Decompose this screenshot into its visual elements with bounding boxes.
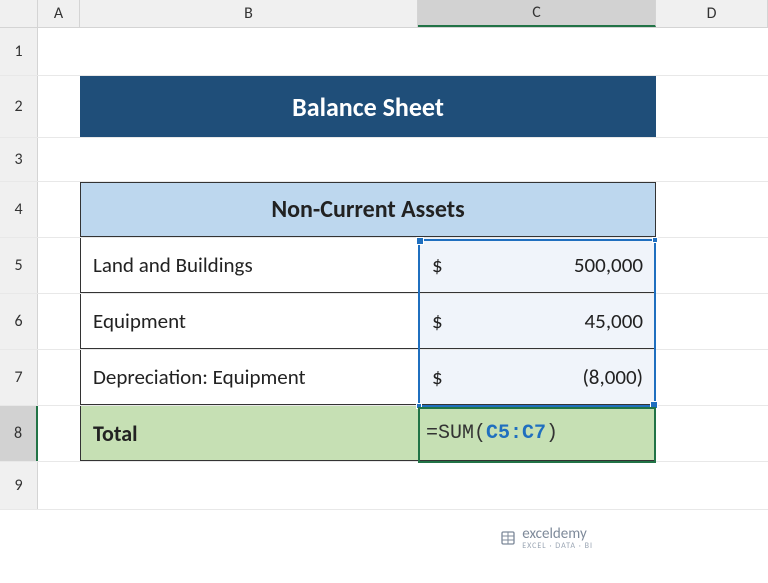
cell-C7[interactable]: $ (8,000) (418, 350, 656, 405)
cell-D6[interactable] (656, 294, 768, 349)
row-4: 4 Non-Current Assets (0, 182, 768, 238)
cell-A3[interactable] (38, 138, 80, 181)
row-header-9[interactable]: 9 (0, 462, 38, 509)
value-text: 45,000 (585, 308, 643, 334)
row-3: 3 (0, 138, 768, 182)
formula-prefix: =SUM( (426, 422, 486, 445)
formula-text: =SUM(C5:C7) (426, 422, 558, 445)
cell-D9[interactable] (656, 462, 768, 509)
row-header-3[interactable]: 3 (0, 138, 38, 181)
cell-B9[interactable] (80, 462, 418, 509)
row-header-7[interactable]: 7 (0, 350, 38, 405)
currency-symbol: $ (432, 364, 443, 390)
currency-symbol: $ (432, 308, 443, 334)
cell-D7[interactable] (656, 350, 768, 405)
select-all-corner[interactable] (0, 0, 38, 27)
cell-A8[interactable] (38, 406, 80, 461)
watermark: exceldemy EXCEL · DATA · BI (500, 525, 593, 551)
cell-A2[interactable] (38, 76, 80, 137)
row-6: 6 Equipment $ 45,000 (0, 294, 768, 350)
cell-A7[interactable] (38, 350, 80, 405)
cell-D1[interactable] (656, 28, 768, 75)
row-header-5[interactable]: 5 (0, 238, 38, 293)
cell-C8-formula[interactable]: =SUM(C5:C7) (418, 406, 656, 461)
cell-B7[interactable]: Depreciation: Equipment (80, 350, 418, 405)
cell-A4[interactable] (38, 182, 80, 237)
row-header-1[interactable]: 1 (0, 28, 38, 75)
row-header-8[interactable]: 8 (0, 406, 38, 461)
watermark-tagline: EXCEL · DATA · BI (522, 541, 593, 551)
row-header-4[interactable]: 4 (0, 182, 38, 237)
column-headers: A B C D (0, 0, 768, 28)
cell-C3[interactable] (418, 138, 656, 181)
cell-D8[interactable] (656, 406, 768, 461)
row-5: 5 Land and Buildings $ 500,000 (0, 238, 768, 294)
col-header-A[interactable]: A (38, 0, 80, 27)
cell-D4[interactable] (656, 182, 768, 237)
col-header-B[interactable]: B (80, 0, 418, 27)
cell-D5[interactable] (656, 238, 768, 293)
col-header-C[interactable]: C (418, 0, 656, 27)
row-2: 2 Balance Sheet (0, 76, 768, 138)
section-header[interactable]: Non-Current Assets (80, 182, 656, 237)
cell-C6[interactable]: $ 45,000 (418, 294, 656, 349)
row-1: 1 (0, 28, 768, 76)
row-header-2[interactable]: 2 (0, 76, 38, 137)
currency-symbol: $ (432, 252, 443, 278)
col-header-D[interactable]: D (656, 0, 768, 27)
cell-A5[interactable] (38, 238, 80, 293)
cell-A1[interactable] (38, 28, 80, 75)
cell-D2[interactable] (656, 76, 768, 137)
cell-B3[interactable] (80, 138, 418, 181)
value-text: (8,000) (582, 364, 643, 390)
cell-B5[interactable]: Land and Buildings (80, 238, 418, 293)
cell-B1[interactable] (80, 28, 418, 75)
row-9: 9 (0, 462, 768, 510)
cell-B8-total[interactable]: Total (80, 406, 418, 461)
title-cell[interactable]: Balance Sheet (80, 76, 656, 137)
spreadsheet-icon (500, 530, 516, 546)
cell-C9[interactable] (418, 462, 656, 509)
formula-reference: C5:C7 (486, 422, 546, 445)
cell-B6[interactable]: Equipment (80, 294, 418, 349)
row-header-6[interactable]: 6 (0, 294, 38, 349)
cell-D3[interactable] (656, 138, 768, 181)
row-7: 7 Depreciation: Equipment $ (8,000) (0, 350, 768, 406)
cell-A9[interactable] (38, 462, 80, 509)
formula-suffix: ) (546, 422, 558, 445)
cell-C1[interactable] (418, 28, 656, 75)
row-8: 8 Total =SUM(C5:C7) (0, 406, 768, 462)
cell-C5[interactable]: $ 500,000 (418, 238, 656, 293)
cell-A6[interactable] (38, 294, 80, 349)
spreadsheet-grid: A B C D 1 2 Balance Sheet 3 4 Non-Curren… (0, 0, 768, 583)
value-text: 500,000 (574, 252, 643, 278)
